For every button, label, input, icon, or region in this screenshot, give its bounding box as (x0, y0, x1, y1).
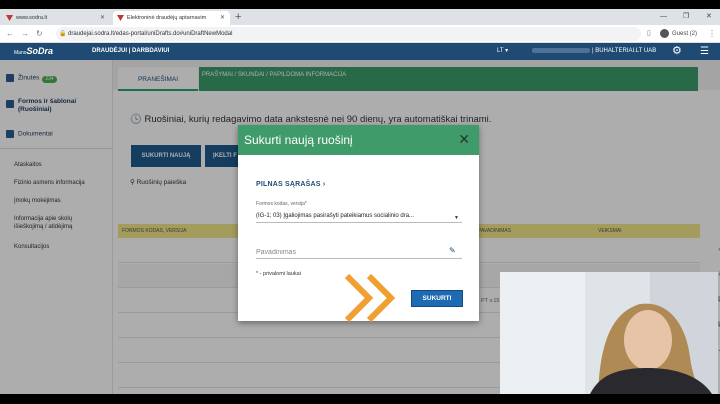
form-code-select[interactable]: (IG-1; 03) Įgaliojimas pasirašyti pateik… (256, 212, 462, 223)
browser-tab-edas[interactable]: Elektroninė draudėjų aptarnavim ✕ (113, 11, 230, 25)
full-list-link[interactable]: PILNAS SĄRAŠAS › (256, 180, 325, 189)
browser-window: www.sodra.lt ✕ Elektroninė draudėjų apta… (0, 9, 720, 394)
lock-icon: 🔒 (59, 31, 67, 37)
back-icon[interactable]: ← (6, 28, 14, 40)
presenter-video-image (500, 272, 718, 394)
tab-title: Elektroninė draudėjų aptarnavim (127, 15, 207, 21)
pencil-icon: ✎ (449, 246, 456, 255)
close-window-icon[interactable]: ✕ (706, 11, 712, 23)
sodra-logo[interactable]: ManoSoDra (14, 45, 53, 60)
name-input[interactable] (256, 246, 462, 259)
browser-tab-sodra[interactable]: www.sodra.lt ✕ (2, 11, 110, 25)
profile-label: Guest (2) (672, 31, 698, 37)
forward-icon[interactable]: → (21, 28, 29, 40)
redacted-user (532, 47, 590, 53)
modal-header: Sukurti naują ruošinį ✕ (238, 125, 479, 155)
sidebar-toggle-icon[interactable]: ▯ (647, 28, 651, 40)
chevron-right-icon: › (322, 181, 326, 188)
tab-title: www.sodra.lt (16, 15, 48, 21)
webcam-overlay (500, 272, 718, 394)
close-tab-icon[interactable]: ✕ (220, 11, 225, 25)
app-header: ManoSoDra DRAUDĖJUI | DARBDAVIUI LT ▾ | … (0, 43, 720, 60)
required-fields-note: * - privalomi laukai (256, 271, 301, 277)
sodra-favicon-icon (117, 15, 124, 21)
url-text: draudejai.sodra.lt/edas-portal/uniDrafts… (68, 31, 233, 37)
settings-gear-icon[interactable]: ⚙ (672, 43, 682, 60)
close-icon[interactable]: ✕ (458, 131, 470, 147)
minimize-icon[interactable]: — (660, 11, 667, 23)
company-selector[interactable]: | BUHALTERIAI.LT UAB (532, 43, 656, 60)
close-tab-icon[interactable]: ✕ (100, 11, 105, 25)
browser-tab-bar: www.sodra.lt ✕ Elektroninė draudėjų apta… (0, 9, 720, 25)
chevron-down-icon[interactable]: ▼ (454, 215, 459, 221)
address-toolbar: ← → ↻ 🔒 draudejai.sodra.lt/edas-portal/u… (0, 25, 720, 43)
modal-title: Sukurti naują ruošinį (244, 133, 353, 147)
avatar-icon (660, 28, 669, 38)
browser-menu-icon[interactable]: ⋮ (708, 28, 716, 40)
menu-icon[interactable]: ☰ (700, 43, 709, 60)
form-code-label: Formos kodas, versija* (256, 201, 307, 207)
reload-icon[interactable]: ↻ (36, 28, 43, 40)
header-role-links[interactable]: DRAUDĖJUI | DARBDAVIUI (92, 43, 169, 60)
double-chevron-arrow-icon (344, 273, 396, 323)
create-button[interactable]: SUKURTI (411, 290, 463, 307)
maximize-icon[interactable]: ❐ (683, 11, 689, 23)
profile-button[interactable]: Guest (2) (660, 28, 697, 40)
new-tab-button[interactable]: + (235, 10, 241, 24)
sodra-favicon-icon (6, 15, 13, 21)
url-bar[interactable]: 🔒 draudejai.sodra.lt/edas-portal/uniDraf… (56, 27, 641, 41)
language-selector[interactable]: LT ▾ (497, 43, 508, 60)
